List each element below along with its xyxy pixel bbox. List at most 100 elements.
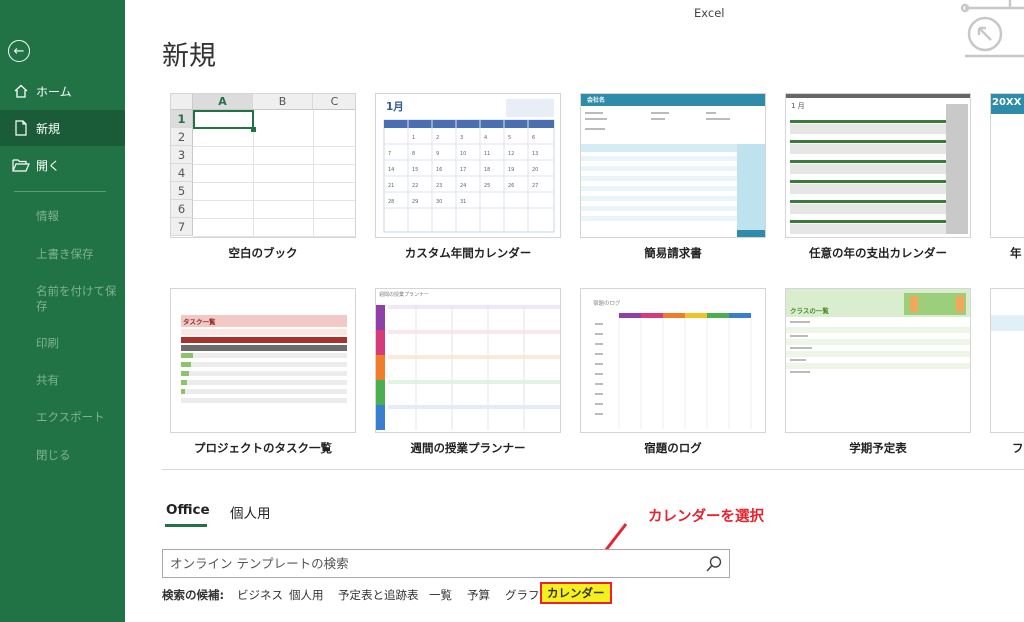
project-tasks-thumbnail — [181, 315, 347, 403]
home-icon — [12, 82, 30, 100]
back-arrow-icon[interactable]: ← — [8, 40, 30, 62]
sidebar-item-open[interactable]: 開く — [0, 147, 125, 183]
svg-text:5: 5 — [508, 135, 511, 141]
backstage-sidebar: ← ホーム 新規 開く 情報 上書き保存 名前を付けて保存 印刷 共有 エクスポ… — [0, 0, 125, 622]
search-input[interactable] — [163, 550, 693, 577]
svg-text:10: 10 — [460, 151, 466, 157]
suggestion-charts[interactable]: グラフ — [505, 587, 540, 603]
svg-text:14: 14 — [388, 167, 394, 173]
column-header: C — [313, 94, 355, 110]
svg-text:18: 18 — [484, 167, 490, 173]
sidebar-item-print[interactable]: 印刷 — [36, 336, 120, 351]
tab-personal[interactable]: 個人用 — [230, 502, 271, 522]
template-card-expense-calendar[interactable]: 1 月 — [785, 93, 971, 238]
svg-text:21: 21 — [388, 183, 394, 189]
template-label: 簡易請求書 — [644, 246, 702, 260]
template-card-custom-calendar[interactable]: 123456 7 8 9 10 11 12 13 14 15 16 17 18 19 20 21 22 23… — [375, 93, 561, 238]
svg-text:7: 7 — [388, 151, 391, 157]
tab-office[interactable]: Office — [166, 502, 210, 518]
expense-month-label: 1 月 — [791, 102, 805, 110]
template-card-homework-log[interactable]: 宿題のログ — [580, 288, 766, 433]
svg-text:26: 26 — [508, 183, 514, 189]
row-header: 4 — [171, 164, 193, 182]
suggestion-business[interactable]: ビジネス — [237, 587, 283, 603]
template-label: カスタム年間カレンダー — [404, 246, 532, 260]
template-search-box[interactable] — [162, 549, 730, 578]
sidebar-item-close[interactable]: 閉じる — [36, 448, 120, 463]
calendar-thumbnail: 123456 7 8 9 10 11 12 13 14 15 16 17 18 19 20 21 22 23… — [376, 94, 560, 237]
sidebar-item-label: 新規 — [36, 121, 61, 136]
decorative-circuit-icon — [960, 0, 1024, 58]
search-icon[interactable] — [705, 555, 723, 573]
template-label: プロジェクトのタスク一覧 — [194, 441, 332, 455]
sidebar-item-new[interactable]: 新規 — [0, 110, 125, 146]
template-label: 宿題のログ — [644, 441, 702, 455]
template-label: 学期予定表 — [849, 441, 907, 455]
suggestion-personal[interactable]: 個人用 — [289, 587, 324, 603]
expense-calendar-thumbnail — [786, 94, 970, 234]
template-card-semester-schedule[interactable]: クラスの一覧 — [785, 288, 971, 433]
template-label: 空白のブック — [228, 246, 298, 260]
suggestion-calendar[interactable]: カレンダー — [540, 582, 612, 604]
svg-text:23: 23 — [436, 183, 442, 189]
svg-text:3: 3 — [460, 135, 463, 141]
svg-text:17: 17 — [460, 167, 466, 173]
row-header: 1 — [171, 110, 193, 128]
app-title: Excel — [694, 6, 725, 20]
svg-text:20: 20 — [532, 167, 538, 173]
row-header: 6 — [171, 200, 193, 218]
suggestion-lists[interactable]: 一覧 — [429, 587, 452, 603]
svg-text:27: 27 — [532, 183, 538, 189]
class-title: クラスの一覧 — [790, 307, 829, 315]
sidebar-item-info[interactable]: 情報 — [36, 209, 120, 224]
svg-text:12: 12 — [508, 151, 514, 157]
svg-text:6: 6 — [532, 135, 535, 141]
homework-title: 宿題のログ — [593, 301, 621, 307]
year-label: 20XX — [992, 97, 1022, 108]
svg-text:22: 22 — [412, 183, 418, 189]
svg-text:15: 15 — [412, 167, 418, 173]
row-header: 7 — [171, 218, 193, 236]
suggestion-budget[interactable]: 予算 — [467, 587, 490, 603]
sidebar-item-share[interactable]: 共有 — [36, 373, 120, 388]
svg-text:1: 1 — [412, 135, 415, 141]
invoice-company-label: 会社名 — [587, 97, 606, 104]
suggestions-label: 検索の候補: — [162, 588, 225, 602]
row-header: 5 — [171, 182, 193, 200]
weekly-planner-thumbnail — [376, 305, 560, 430]
svg-text:30: 30 — [436, 199, 442, 205]
row-header: 3 — [171, 146, 193, 164]
template-card-simple-invoice[interactable]: 会社名 — [580, 93, 766, 238]
row-header: 2 — [171, 128, 193, 146]
template-card-partial[interactable]: 20XX — [990, 93, 1024, 238]
annotation-text: カレンダーを選択 — [648, 509, 764, 525]
svg-text:28: 28 — [388, 199, 394, 205]
sidebar-item-save-as[interactable]: 名前を付けて保存 — [36, 284, 120, 314]
column-header: B — [253, 94, 313, 110]
planner-title: 週間の授業プランナー — [379, 292, 430, 298]
homework-log-thumbnail — [595, 313, 752, 429]
template-card-partial-2[interactable] — [990, 288, 1024, 433]
sidebar-item-save[interactable]: 上書き保存 — [36, 247, 120, 262]
selected-cell — [193, 110, 254, 129]
sidebar-item-home[interactable]: ホーム — [0, 73, 125, 109]
svg-text:31: 31 — [460, 199, 466, 205]
tasks-title: タスク一覧 — [183, 318, 216, 326]
svg-text:16: 16 — [436, 167, 442, 173]
template-card-project-tasks[interactable]: タスク一覧 — [170, 288, 356, 433]
column-header: A — [193, 94, 253, 110]
template-label: フ — [1012, 441, 1024, 455]
sidebar-item-label: ホーム — [36, 84, 72, 99]
template-label: 任意の年の支出カレンダー — [809, 246, 947, 260]
svg-text:2: 2 — [436, 135, 439, 141]
template-card-blank-workbook[interactable]: A B C 1 2 3 4 5 6 7 — [170, 93, 356, 238]
suggestion-schedules[interactable]: 予定表と追跡表 — [338, 587, 419, 603]
template-label: 週間の授業プランナー — [410, 441, 526, 455]
svg-text:19: 19 — [508, 167, 514, 173]
folder-open-icon — [12, 156, 30, 174]
template-card-weekly-planner[interactable]: 週間の授業プランナー — [375, 288, 561, 433]
svg-text:25: 25 — [484, 183, 490, 189]
sidebar-item-export[interactable]: エクスポート — [36, 410, 120, 425]
page-title: 新規 — [162, 41, 216, 72]
sidebar-item-label: 開く — [36, 158, 61, 173]
